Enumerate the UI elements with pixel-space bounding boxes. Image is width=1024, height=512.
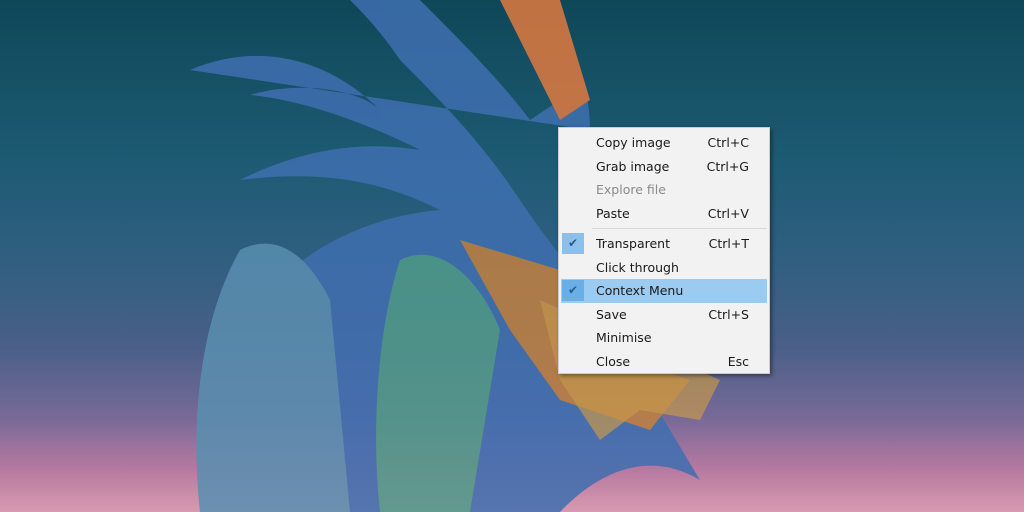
menu-item-shortcut: Esc xyxy=(727,353,749,369)
menu-item-label: Close xyxy=(596,353,631,369)
menu-item-shortcut: Ctrl+S xyxy=(708,306,749,322)
menu-item-paste[interactable]: Paste Ctrl+V xyxy=(559,202,769,226)
menu-item-grab-image[interactable]: Grab image Ctrl+G xyxy=(559,155,769,179)
menu-item-label: Context Menu xyxy=(596,283,684,298)
menu-item-shortcut: Ctrl+C xyxy=(707,135,749,150)
checkmark-icon: ✔ xyxy=(562,233,584,254)
dragon-image xyxy=(190,0,720,512)
menu-item-save[interactable]: Save Ctrl+S xyxy=(559,303,769,327)
menu-item-context-menu[interactable]: ✔ Context Menu xyxy=(561,279,767,303)
context-menu: Copy image Ctrl+C Grab image Ctrl+G Explor… xyxy=(558,127,770,374)
menu-item-shortcut: Ctrl+V xyxy=(707,205,749,221)
menu-item-label: Explore file xyxy=(596,182,666,197)
menu-item-transparent[interactable]: ✔ Transparent Ctrl+T xyxy=(559,232,769,256)
menu-item-shortcut: Ctrl+G xyxy=(706,158,749,174)
menu-item-click-through[interactable]: Click through xyxy=(559,256,769,280)
menu-separator xyxy=(592,228,767,229)
menu-item-copy-image[interactable]: Copy image Ctrl+C xyxy=(559,131,769,155)
menu-item-label: Minimise xyxy=(596,330,652,345)
menu-item-label: Copy image xyxy=(596,135,671,150)
menu-item-explore-file: Explore file xyxy=(559,178,769,202)
menu-item-label: Paste xyxy=(596,205,630,221)
menu-item-label: Save xyxy=(596,306,627,322)
menu-item-shortcut: Ctrl+T xyxy=(708,236,749,251)
menu-item-label: Click through xyxy=(596,259,679,275)
menu-item-minimise[interactable]: Minimise xyxy=(559,326,769,350)
menu-item-label: Grab image xyxy=(596,158,670,174)
menu-item-close[interactable]: Close Esc xyxy=(559,350,769,374)
menu-item-label: Transparent xyxy=(596,236,671,251)
checkmark-icon: ✔ xyxy=(562,280,584,301)
